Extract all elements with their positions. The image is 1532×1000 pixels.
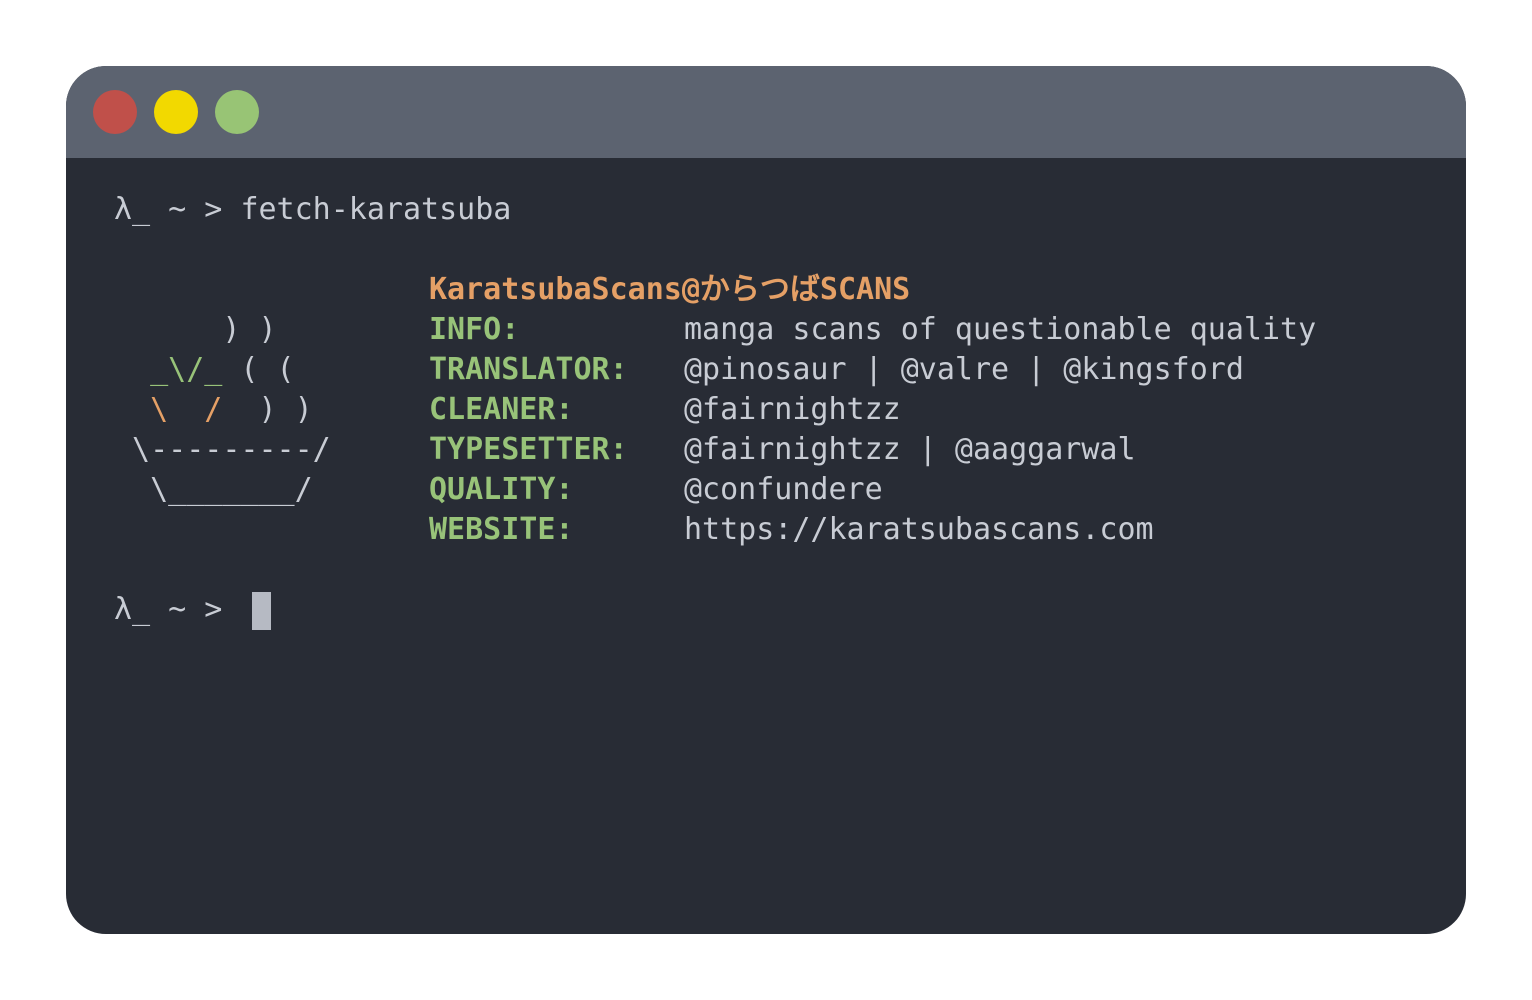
- steam-art: ( (: [222, 352, 295, 387]
- steam-art-2: ) ): [240, 392, 313, 427]
- ascii-art-line-1: ) ): [114, 312, 277, 347]
- typesetter-value: @fairnightzz | @aaggarwal: [684, 432, 1136, 467]
- typesetter-label: TYPESETTER:: [429, 432, 628, 467]
- quality-value: @confundere: [684, 472, 883, 507]
- command-text: fetch-karatsuba: [240, 192, 512, 227]
- terminal-window: λ_ ~ > fetch-karatsuba ) ) _\/_ ( ( \ / …: [66, 66, 1466, 934]
- text-cursor: [252, 592, 271, 630]
- maximize-button[interactable]: [215, 90, 259, 134]
- terminal-body[interactable]: λ_ ~ > fetch-karatsuba ) ) _\/_ ( ( \ / …: [66, 158, 1466, 934]
- bowl-top-art: \ /: [114, 392, 241, 427]
- ascii-art-line-5: \_______/: [114, 472, 313, 507]
- translator-label: TRANSLATOR:: [429, 352, 628, 387]
- ascii-art-line-3: \ / ) ): [114, 390, 313, 430]
- info-value: manga scans of questionable quality: [684, 312, 1317, 347]
- info-label: INFO:: [429, 312, 520, 347]
- title-bar: [66, 66, 1466, 158]
- ascii-art-line-4: \---------/: [114, 432, 331, 467]
- cleaner-label: CLEANER:: [429, 392, 574, 427]
- translator-value: @pinosaur | @valre | @kingsford: [684, 352, 1244, 387]
- command-line: λ_ ~ > fetch-karatsuba: [114, 190, 511, 230]
- chopsticks-art: _\/_: [114, 352, 223, 387]
- prompt-symbol-2: λ_ ~ >: [114, 592, 241, 627]
- close-button[interactable]: [93, 90, 137, 134]
- input-line[interactable]: λ_ ~ >: [114, 590, 240, 630]
- minimize-button[interactable]: [154, 90, 198, 134]
- cleaner-value: @fairnightzz: [684, 392, 901, 427]
- website-value[interactable]: https://karatsubascans.com: [684, 510, 1154, 550]
- website-label: WEBSITE:: [429, 512, 574, 547]
- quality-label: QUALITY:: [429, 472, 574, 507]
- prompt-symbol: λ_ ~ >: [114, 192, 241, 227]
- fetch-header: KaratsubaScans@からつばSCANS: [429, 272, 911, 307]
- ascii-art-line-2: _\/_ ( (: [114, 350, 295, 390]
